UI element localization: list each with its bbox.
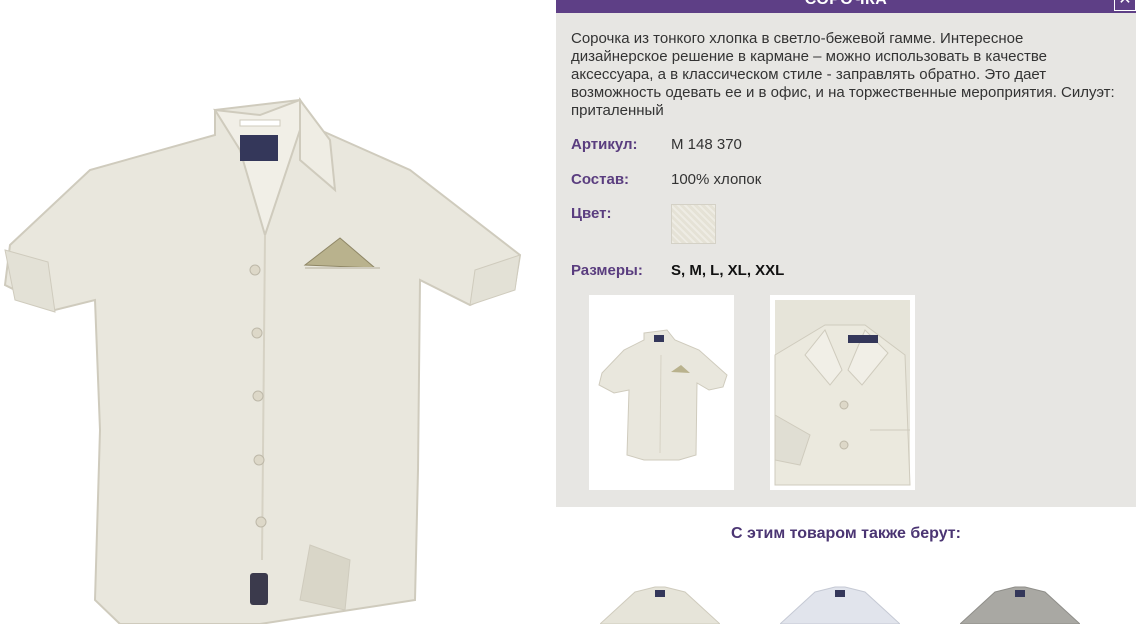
product-description: Сорочка из тонкого хлопка в светло-бежев… xyxy=(571,30,1115,119)
color-label: Цвет: xyxy=(571,205,612,222)
thumbnail-front[interactable] xyxy=(589,295,734,490)
article-value: M 148 370 xyxy=(671,136,742,153)
also-bought-title: С этим товаром также берут: xyxy=(731,525,961,542)
sizes-value: S, M, L, XL, XXL xyxy=(671,262,785,279)
composition-label: Состав: xyxy=(571,171,630,188)
color-swatch[interactable] xyxy=(671,204,716,244)
composition-value: 100% хлопок xyxy=(671,171,762,188)
recommended-item[interactable] xyxy=(780,582,900,624)
thumbnail-collar[interactable] xyxy=(770,295,915,490)
close-icon[interactable]: ✕ xyxy=(1114,0,1136,11)
recommended-item[interactable] xyxy=(960,582,1080,624)
product-info-panel: СОРОЧКА ✕ Сорочка из тонкого хлопка в св… xyxy=(556,0,1136,507)
article-label: Артикул: xyxy=(571,136,638,153)
sizes-label: Размеры: xyxy=(571,262,643,279)
main-product-image xyxy=(0,0,556,624)
dialog-title: СОРОЧКА xyxy=(556,0,1136,9)
recommended-item[interactable] xyxy=(600,582,720,624)
dialog-title-bar: СОРОЧКА xyxy=(556,0,1136,13)
